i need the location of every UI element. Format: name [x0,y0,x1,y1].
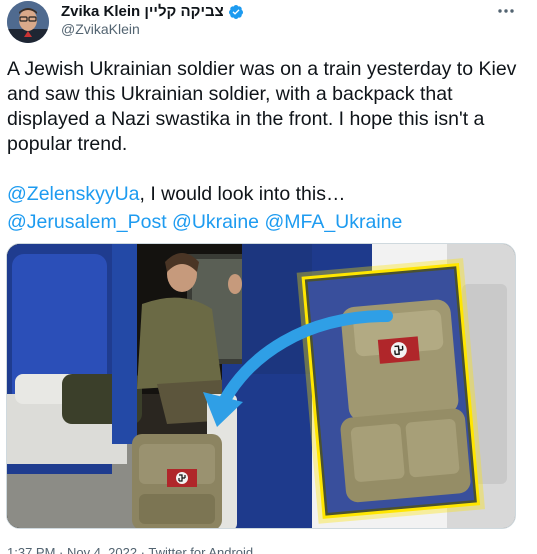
author-name-row[interactable]: Zvika Klein צביקה קליין [61,3,244,20]
author-avatar[interactable] [7,1,49,43]
mention-link-mfa-ukraine[interactable]: @MFA_Ukraine [264,211,402,233]
tweet-line2-text: , I would look into this… [139,183,346,205]
tweet-photo[interactable] [6,243,516,529]
tweet-line-mentions: @Jerusalem_Post @Ukraine @MFA_Ukraine [7,208,522,236]
tweet-line-zelensky: @ZelenskyyUa, I would look into this… [7,180,522,208]
tweet-text-paragraph: A Jewish Ukrainian soldier was on a trai… [7,58,517,155]
tweet-card: Zvika Klein צביקה קליין @ZvikaKlein A Je… [0,0,537,554]
more-options-icon[interactable] [495,2,517,20]
mention-link-zelenskyy[interactable]: @ZelenskyyUa [7,183,140,205]
train-photo-image [7,244,515,528]
tweet-mentions-block: @ZelenskyyUa, I would look into this… @J… [7,180,522,236]
tweet-body: A Jewish Ukrainian soldier was on a trai… [7,57,522,157]
author-handle[interactable]: @ZvikaKlein [61,21,140,37]
author-display-name[interactable]: Zvika Klein צביקה קליין [61,3,224,20]
mention-link-ukraine[interactable]: @Ukraine [172,211,259,233]
verified-badge-icon [228,4,244,20]
tweet-timestamp[interactable]: 1:37 PM · Nov 4, 2022 · Twitter for Andr… [7,545,253,554]
mention-link-jerusalem-post[interactable]: @Jerusalem_Post [7,211,167,233]
avatar-image [7,1,49,43]
